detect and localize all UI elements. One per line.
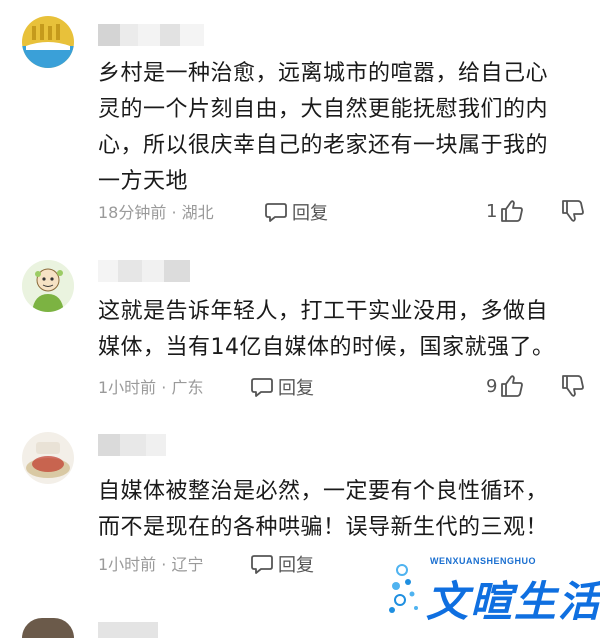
- reply-button[interactable]: 回复: [250, 551, 314, 577]
- comment-item: 这就是告诉年轻人，打工干实业没用，多做自 媒体，当有14亿自媒体的时候，国家就强…: [0, 250, 600, 420]
- comment-line: 一方天地: [98, 169, 189, 194]
- thumbs-up-icon: [501, 200, 524, 222]
- reply-button[interactable]: 回复: [250, 374, 314, 400]
- comment-meta: 1小时前 · 广东: [98, 378, 204, 397]
- comment-line: 自媒体被整治是必然，一定要有个良性循环，: [98, 479, 549, 504]
- comment-line: 乡村是一种治愈，远离城市的喧嚣，给自己心: [98, 61, 549, 86]
- thumbs-down-icon: [562, 375, 584, 397]
- watermark-caption: WENXUANSHENGHUO: [430, 556, 537, 566]
- comment-bubble-icon: [265, 203, 287, 222]
- reply-button[interactable]: 回复: [264, 199, 328, 225]
- like-button[interactable]: 9: [486, 374, 525, 398]
- reply-label: 回复: [278, 555, 314, 576]
- username-blurred[interactable]: [98, 622, 158, 638]
- watermark-logo: WENXUANSHENGHUO 文暄生活: [388, 556, 600, 626]
- watermark-title: 文暄生活: [426, 577, 600, 626]
- comment-text: 自媒体被整治是必然，一定要有个良性循环， 而不是现在的各种哄骗！误导新生代的三观…: [98, 474, 588, 546]
- comment-line: 媒体，当有14亿自媒体的时候，国家就强了。: [98, 335, 555, 360]
- comment-line: 心，所以很庆幸自己的老家还有一块属于我的: [98, 133, 549, 158]
- like-count: 9: [486, 375, 498, 397]
- comment-text: 这就是告诉年轻人，打工干实业没用，多做自 媒体，当有14亿自媒体的时候，国家就强…: [98, 294, 588, 366]
- reply-label: 回复: [292, 203, 328, 224]
- comment-line: 而不是现在的各种哄骗！误导新生代的三观！: [98, 515, 549, 540]
- dislike-button[interactable]: [560, 199, 586, 227]
- comment-bubble-icon: [251, 378, 273, 397]
- avatar[interactable]: [22, 618, 74, 638]
- username-blurred[interactable]: [98, 260, 190, 282]
- like-count: 1: [486, 200, 498, 222]
- comment-text: 乡村是一种治愈，远离城市的喧嚣，给自己心 灵的一个片刻自由，大自然更能抚慰我们的…: [98, 56, 588, 200]
- thumbs-down-icon: [562, 200, 584, 222]
- avatar[interactable]: [22, 432, 74, 484]
- thumbs-up-icon: [501, 375, 524, 397]
- comment-meta: 18分钟前 · 湖北: [98, 203, 214, 222]
- comment-line: 灵的一个片刻自由，大自然更能抚慰我们的内: [98, 97, 549, 122]
- like-button[interactable]: 1: [486, 199, 525, 223]
- comment-feed: { "comments": [ { "text_lines": ["乡村是一种治…: [0, 0, 600, 638]
- dislike-button[interactable]: [560, 374, 586, 402]
- reply-label: 回复: [278, 378, 314, 399]
- comment-item: 乡村是一种治愈，远离城市的喧嚣，给自己心 灵的一个片刻自由，大自然更能抚慰我们的…: [0, 0, 600, 240]
- username-blurred[interactable]: [98, 24, 204, 46]
- comment-meta: 1小时前 · 辽宁: [98, 555, 204, 574]
- comment-line: 这就是告诉年轻人，打工干实业没用，多做自: [98, 299, 549, 324]
- avatar[interactable]: [22, 16, 74, 68]
- comment-bubble-icon: [251, 555, 273, 574]
- avatar[interactable]: [22, 260, 74, 312]
- username-blurred[interactable]: [98, 434, 166, 456]
